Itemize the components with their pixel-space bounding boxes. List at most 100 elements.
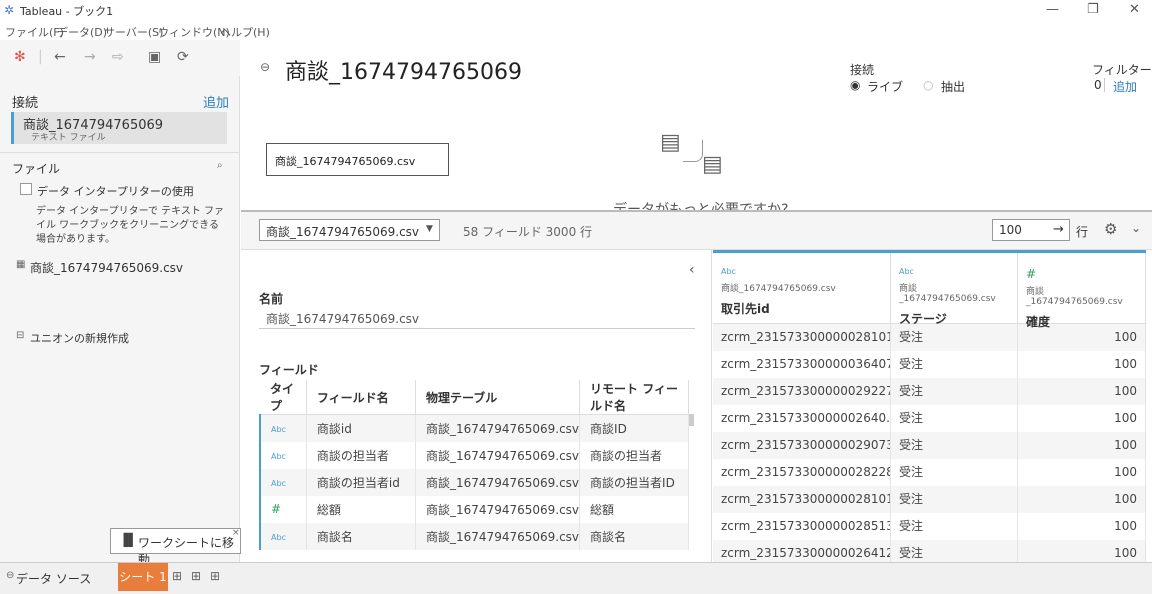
grid-cell[interactable]: 100 <box>1018 405 1146 432</box>
string-type-icon[interactable]: Abc <box>271 533 286 542</box>
column-header[interactable]: # 商談_1674794765069.csv 確度 <box>1018 253 1146 329</box>
grid-cell[interactable]: zcrm_2315733000000281010 <box>713 324 891 351</box>
grid-cell[interactable]: 受注 <box>891 513 1018 540</box>
close-icon[interactable]: ✕ <box>1129 2 1140 17</box>
search-icon[interactable]: ⌕ <box>217 160 223 171</box>
string-type-icon[interactable]: Abc <box>721 267 882 276</box>
table-row[interactable]: Abc 商談id 商談_1674794765069.csv 商談ID <box>258 414 689 442</box>
grid-column[interactable]: Abc 商談_1674794765069.csv 取引先id zcrm_2315… <box>713 250 891 562</box>
grid-cell[interactable]: zcrm_2315733000000290734 <box>713 432 891 459</box>
field-name-cell[interactable]: 商談の担当者 <box>306 441 417 469</box>
grid-cell[interactable]: zcrm_2315733000000281010 <box>713 486 891 513</box>
back-icon[interactable]: ← <box>54 49 66 65</box>
menu-help[interactable]: ヘルプ(H) <box>220 24 270 40</box>
minimize-icon[interactable]: — <box>1046 2 1059 17</box>
number-type-icon[interactable]: # <box>1026 267 1137 281</box>
grid-cell[interactable]: 100 <box>1018 378 1146 405</box>
new-dashboard-icon[interactable]: ⊞ <box>191 569 201 583</box>
header-remote-field[interactable]: リモート フィールド名 <box>579 380 689 415</box>
table-select[interactable]: 商談_1674794765069.csv ▼ <box>259 219 440 241</box>
header-field-name[interactable]: フィールド名 <box>306 380 417 415</box>
table-row[interactable]: Abc 商談名 商談_1674794765069.csv 商談名 <box>258 522 689 550</box>
column-header[interactable]: Abc 商談_1674794765069.csv 取引先id <box>713 253 891 324</box>
grid-cell[interactable]: zcrm_2315733000000264121 <box>713 540 891 562</box>
grid-cell[interactable]: 受注 <box>891 486 1018 513</box>
field-name-cell[interactable]: 商談名 <box>306 522 417 550</box>
tab-sheet-1[interactable]: シート 1 <box>118 563 168 591</box>
grid-cell[interactable]: 受注 <box>891 405 1018 432</box>
string-type-icon[interactable]: Abc <box>899 267 1009 276</box>
grid-cell[interactable]: zcrm_2315733000000282281 <box>713 459 891 486</box>
live-radio[interactable]: ◉ <box>850 78 860 92</box>
grid-column[interactable]: # 商談_1674794765069.csv 確度 100 100 100 10… <box>1018 250 1146 562</box>
grid-cell[interactable]: 受注 <box>891 324 1018 351</box>
gear-icon[interactable]: ⚙ <box>1104 220 1117 238</box>
remote-field-cell: 商談の担当者ID <box>579 468 689 496</box>
new-story-icon[interactable]: ⊞ <box>210 569 220 583</box>
new-union-link[interactable]: ユニオンの新規作成 <box>30 330 129 346</box>
arrow-right-icon[interactable]: → <box>1053 222 1064 237</box>
menu-file[interactable]: ファイル(F) <box>5 24 64 40</box>
number-type-icon[interactable]: # <box>271 502 281 516</box>
grid-cell[interactable]: 100 <box>1018 351 1146 378</box>
string-type-icon[interactable]: Abc <box>271 425 286 434</box>
remote-field-cell: 商談の担当者 <box>579 441 689 469</box>
grid-cell[interactable]: 受注 <box>891 432 1018 459</box>
refresh-icon[interactable]: ⟳ <box>177 49 189 65</box>
grid-cell[interactable]: 受注 <box>891 540 1018 562</box>
table-box-label: 商談_1674794765069.csv <box>275 155 416 168</box>
grid-cell[interactable]: zcrm_2315733000000285137 <box>713 513 891 540</box>
string-type-icon[interactable]: Abc <box>271 452 286 461</box>
field-name-cell[interactable]: 商談id <box>306 414 417 442</box>
grid-cell[interactable]: zcrm_2315733000000292271 <box>713 378 891 405</box>
interpreter-checkbox[interactable] <box>20 183 32 195</box>
grid-cell[interactable]: zcrm_23157330000002640... <box>713 405 891 432</box>
add-filter-link[interactable]: 追加 <box>1113 78 1137 95</box>
go-to-worksheet-tooltip[interactable]: ▐▌ ワークシートに移動 × <box>110 528 241 567</box>
grid-cell[interactable]: 100 <box>1018 540 1146 562</box>
field-name-cell[interactable]: 総額 <box>306 495 417 523</box>
grid-cell[interactable]: 100 <box>1018 513 1146 540</box>
header-physical-table[interactable]: 物理テーブル <box>415 380 581 415</box>
rows-input-value: 100 <box>999 223 1022 237</box>
scrollbar[interactable] <box>689 414 694 426</box>
extract-radio[interactable]: ○ <box>923 78 933 92</box>
header-type[interactable]: タイプ <box>260 380 307 415</box>
redo-icon[interactable]: ⇨ <box>112 49 124 65</box>
tableau-logo-icon[interactable]: ✻ <box>14 49 26 65</box>
maximize-icon[interactable]: ❐ <box>1087 2 1099 17</box>
data-source-pane: 接続 追加 商談_1674794765069 テキスト ファイル ファイル ⌕ … <box>0 76 240 562</box>
column-header[interactable]: Abc 商談_1674794765069.csv ステージ <box>891 253 1018 326</box>
menu-data[interactable]: データ(D) <box>57 24 107 40</box>
tableau-app-icon: ✲ <box>4 3 15 17</box>
grid-column[interactable]: Abc 商談_1674794765069.csv ステージ 受注 受注 受注 受… <box>891 250 1018 562</box>
menu-server[interactable]: サーバー(S) <box>104 24 163 40</box>
grid-cell[interactable]: 100 <box>1018 486 1146 513</box>
table-row[interactable]: # 総額 商談_1674794765069.csv 総額 <box>258 495 689 523</box>
grid-cell[interactable]: 受注 <box>891 459 1018 486</box>
name-value[interactable]: 商談_1674794765069.csv <box>266 310 419 327</box>
file-item[interactable]: 商談_1674794765069.csv <box>30 259 183 276</box>
grid-cell[interactable]: 100 <box>1018 459 1146 486</box>
grid-cell[interactable]: zcrm_2315733000000364073 <box>713 351 891 378</box>
datasource-title[interactable]: 商談_1674794765069 <box>285 54 522 86</box>
table-row[interactable]: Abc 商談の担当者id 商談_1674794765069.csv 商談の担当者… <box>258 468 689 496</box>
field-name-cell[interactable]: 商談の担当者id <box>306 468 417 496</box>
new-worksheet-icon[interactable]: ⊞ <box>172 569 182 583</box>
grid-cell[interactable]: 受注 <box>891 378 1018 405</box>
grid-cell[interactable]: 受注 <box>891 351 1018 378</box>
tab-data-source[interactable]: データ ソース <box>16 570 91 587</box>
collapse-icon[interactable]: ‹ <box>689 262 695 278</box>
remote-field-cell: 商談ID <box>579 414 689 442</box>
grid-cell[interactable]: 100 <box>1018 432 1146 459</box>
forward-icon[interactable]: → <box>84 49 96 65</box>
chevron-down-icon[interactable]: ⌄ <box>1131 221 1141 235</box>
rows-input[interactable]: 100 → <box>992 219 1070 241</box>
string-type-icon[interactable]: Abc <box>271 479 286 488</box>
table-box[interactable]: 商談_1674794765069.csv <box>266 143 449 176</box>
table-row[interactable]: Abc 商談の担当者 商談_1674794765069.csv 商談の担当者 <box>258 441 689 469</box>
save-icon[interactable]: ▣ <box>148 49 161 65</box>
close-icon[interactable]: × <box>232 528 240 538</box>
add-connection-link[interactable]: 追加 <box>203 92 229 111</box>
connection-item[interactable]: 商談_1674794765069 テキスト ファイル <box>11 112 227 144</box>
